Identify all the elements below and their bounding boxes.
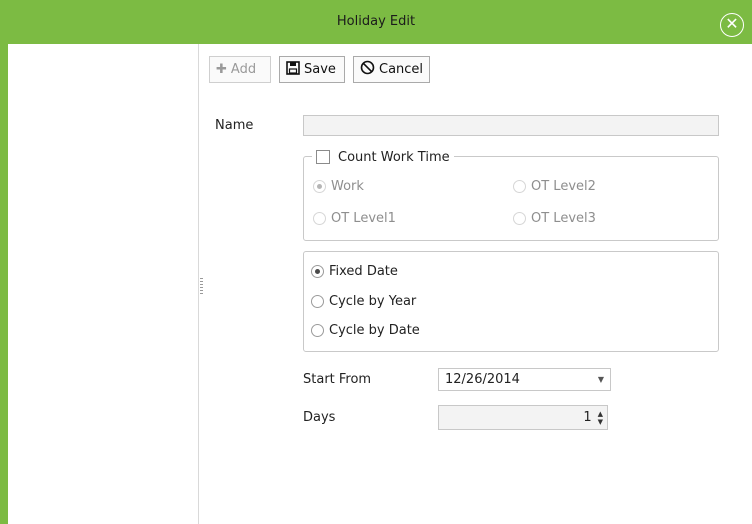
radio-ot-level3[interactable]: OT Level3 <box>513 211 596 226</box>
radio-circle[interactable] <box>311 324 324 337</box>
chevron-down-icon[interactable]: ▼ <box>598 375 604 384</box>
splitter-grip-icon[interactable] <box>200 278 203 294</box>
add-button-label: Add <box>230 62 257 77</box>
radio-ot-level1[interactable]: OT Level1 <box>313 211 396 226</box>
start-from-label: Start From <box>303 372 372 387</box>
radio-circle[interactable] <box>313 180 326 193</box>
cancel-button[interactable]: Cancel <box>353 56 430 83</box>
count-work-time-label: Count Work Time <box>338 149 450 165</box>
radio-cycle-by-date-label: Cycle by Date <box>329 323 420 338</box>
panel-splitter[interactable] <box>198 44 199 524</box>
radio-circle[interactable] <box>513 180 526 193</box>
radio-circle[interactable] <box>311 295 324 308</box>
save-button[interactable]: Save <box>279 56 345 83</box>
radio-cycle-by-year[interactable]: Cycle by Year <box>311 294 416 309</box>
radio-ot-level1-label: OT Level1 <box>331 211 396 226</box>
radio-ot-level2[interactable]: OT Level2 <box>513 179 596 194</box>
no-entry-icon <box>360 60 375 79</box>
close-icon[interactable]: ✕ <box>720 13 744 37</box>
days-label: Days <box>303 410 336 425</box>
radio-circle[interactable] <box>311 265 324 278</box>
radio-work[interactable]: Work <box>313 179 364 194</box>
radio-circle[interactable] <box>313 212 326 225</box>
name-label: Name <box>215 118 254 133</box>
radio-cycle-by-date[interactable]: Cycle by Date <box>311 323 420 338</box>
start-from-value: 12/26/2014 <box>445 372 520 387</box>
window-title: Holiday Edit <box>336 14 416 29</box>
radio-ot-level3-label: OT Level3 <box>531 211 596 226</box>
plus-icon: ✚ <box>216 62 227 77</box>
name-input[interactable] <box>303 115 719 136</box>
count-work-time-checkbox[interactable] <box>316 150 330 164</box>
radio-ot-level2-label: OT Level2 <box>531 179 596 194</box>
cancel-button-label: Cancel <box>379 62 424 77</box>
count-work-time-group <box>303 156 719 241</box>
radio-fixed-date[interactable]: Fixed Date <box>311 264 398 279</box>
radio-circle[interactable] <box>513 212 526 225</box>
add-button[interactable]: ✚ Add <box>209 56 271 83</box>
spin-down-icon[interactable]: ▼ <box>598 418 603 426</box>
start-from-select[interactable]: 12/26/2014 ▼ <box>438 368 611 391</box>
spin-arrows[interactable]: ▲ ▼ <box>598 410 603 426</box>
radio-fixed-date-label: Fixed Date <box>329 264 398 279</box>
radio-cycle-by-year-label: Cycle by Year <box>329 294 417 309</box>
floppy-disk-icon <box>286 60 300 79</box>
days-stepper[interactable]: 1 ▲ ▼ <box>438 405 608 430</box>
save-button-label: Save <box>304 62 336 77</box>
days-value: 1 <box>583 410 592 425</box>
spin-up-icon[interactable]: ▲ <box>598 410 603 418</box>
left-panel <box>8 44 198 524</box>
radio-work-label: Work <box>331 179 364 194</box>
left-accent-edge <box>0 44 8 524</box>
count-work-time-legend: Count Work Time <box>312 146 454 168</box>
